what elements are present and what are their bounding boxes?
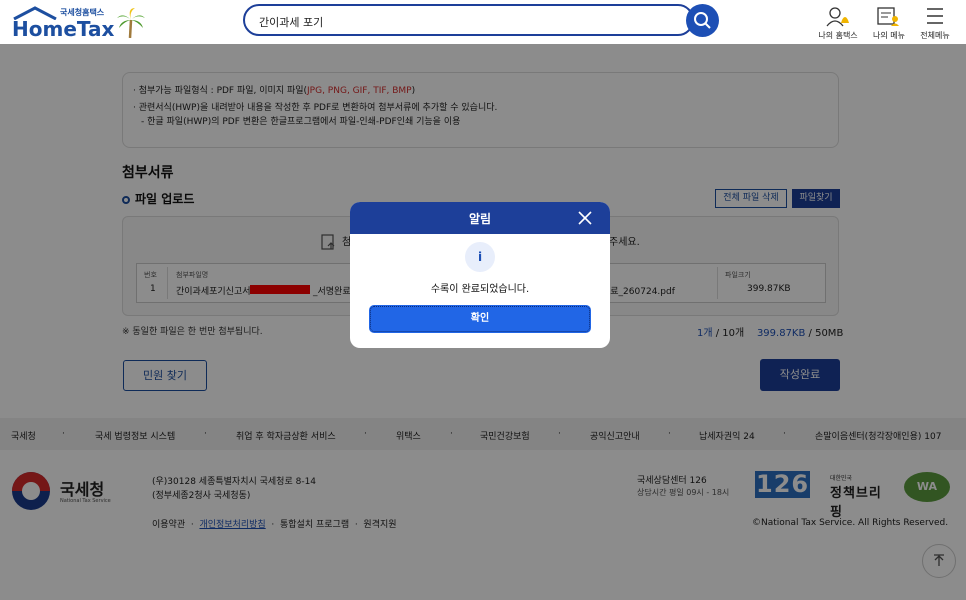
info-line-hwp: · 관련서식(HWP)을 내려받아 내용을 작성한 후 PDF로 변환하여 첨부… [133,103,498,113]
footer-link-nts[interactable]: 국세청 [11,429,36,442]
footer-separator: · [62,429,65,439]
footer-separator: · [364,429,367,439]
copyright: ©National Tax Service. All Rights Reserv… [752,518,949,528]
row-filesize: 399.87KB [747,284,791,294]
terms-link[interactable]: 이용약관 [152,520,185,530]
my-menu-label: 나의 메뉴 [873,31,905,40]
privacy-link[interactable]: 개인정보처리방침 [199,520,265,530]
footer-policy-links: 이용약관 · 개인정보처리방침 · 통합설치 프로그램 · 원격지원 [152,520,397,530]
address-line-1: (우)30128 세종특별자치시 국세청로 8-14 [152,477,317,487]
policy-briefing-banner[interactable]: 대한민국 정책브리핑 [830,473,890,520]
redaction-bar [250,285,310,294]
delete-all-files-button[interactable]: 전체 파일 삭제 [715,189,787,208]
user-bell-icon [826,7,849,27]
file-count: 1개 [697,328,713,339]
info-line-convert: - 한글 파일(HWP)의 PDF 변환은 한글프로그램에서 파일-인쇄-PDF… [141,117,461,127]
user-menu-icon [877,7,899,26]
info-line-formats: · 첨부가능 파일형식 : PDF 파일, 이미지 파일(JPG, PNG, G… [133,86,416,96]
file-upload-title: 파일 업로드 [122,190,194,207]
banner-126[interactable]: 126 [755,471,811,498]
attachments-section-title: 첨부서류 [122,165,174,181]
divider [717,267,718,299]
footer-link-rights[interactable]: 납세자권익 24 [699,429,755,442]
footer-separator: · [450,429,453,439]
nts-emblem-icon [12,472,50,510]
alert-dialog-title: 알림 [468,212,492,226]
info-icon: i [465,242,495,272]
footer-link-nhis[interactable]: 국민건강보험 [480,429,530,442]
footer-separator: · [783,429,786,439]
footer-separator: · [558,429,561,439]
search-bar[interactable]: 간이과세 포기 [243,4,694,36]
bullet-icon [122,195,130,204]
row-filename-mid: _서명완료_ [313,287,356,297]
row-no: 1 [150,284,156,294]
col-name-header: 첨부파일명 [176,271,209,279]
call-center: 국세상담센터 126 [637,476,707,486]
footer-separator: · [668,429,671,439]
header: 국세청홈택스 HomeTax 간이과세 포기 나의 홈택스 나의 메뉴 전체메뉴 [0,0,966,44]
call-center-hours: 상담시간 평일 09시 - 18시 [637,488,730,497]
nts-logo: 국세청 National Tax Service [12,472,122,512]
scroll-to-top-button[interactable] [922,544,956,578]
attachment-info-box: · 첨부가능 파일형식 : PDF 파일, 이미지 파일(JPG, PNG, G… [122,72,839,148]
file-count-max: / 10개 [712,328,745,339]
alert-message: 수록이 완료되었습니다. [430,284,530,295]
nts-name: 국세청 [60,480,105,499]
complete-button[interactable]: 작성완료 [760,359,840,391]
wa-certification-mark[interactable]: WA [904,472,950,502]
find-civil-button[interactable]: 민원 찾기 [123,360,207,391]
col-no-header: 번호 [144,271,157,279]
search-input[interactable]: 간이과세 포기 [259,14,323,30]
col-size-header: 파일크기 [725,271,751,279]
close-icon[interactable] [577,210,593,226]
file-size-total: 399.87KB [756,328,806,339]
nts-english-name: National Tax Service [60,498,111,504]
my-hometax-button[interactable]: 나의 홈택스 [813,4,863,40]
policy-briefing-main: 정책브리핑 [830,486,882,520]
confirm-button[interactable]: 확인 [370,306,590,332]
duplicate-note: ※ 동일한 파일은 한 번만 첨부됩니다. [122,327,263,337]
footer-links-bar: 국세청 · 국세 법령정보 시스템 · 취업 후 학자금상환 서비스 · 위택스… [0,418,966,450]
install-link[interactable]: 통합설치 프로그램 [280,520,349,530]
hamburger-icon [927,8,943,24]
arrow-up-icon [934,554,944,566]
palm-tree-icon [117,8,145,38]
file-size-max: / 50MB [805,328,844,339]
my-menu-button[interactable]: 나의 메뉴 [864,4,914,40]
footer-link-student-loan[interactable]: 취업 후 학자금상환 서비스 [236,429,336,442]
footer-link-whistleblow[interactable]: 공익신고안내 [590,429,640,442]
alert-dialog: 알림 i 수록이 완료되었습니다. 확인 [350,202,610,348]
all-menu-button[interactable]: 전체메뉴 [910,4,960,40]
address-line-2: (정부세종2청사 국세청동) [152,491,251,501]
my-hometax-label: 나의 홈택스 [818,31,858,40]
row-filename-start: 간이과세포기신고서 [176,287,251,297]
footer-link-relay[interactable]: 손말이음센터(청각장애인용) 107 [815,429,941,442]
remote-support-link[interactable]: 원격지원 [363,520,396,530]
footer-separator: · [204,429,207,439]
logo-title: HomeTax [12,17,115,41]
hometax-logo[interactable]: 국세청홈택스 HomeTax [12,6,147,41]
upload-hint-right: 주세요. [609,237,640,248]
policy-briefing-top: 대한민국 [830,475,853,482]
formats-highlight: JPG, PNG, GIF, TIF, BMP [307,86,412,96]
find-file-button[interactable]: 파일찾기 [792,189,840,208]
search-button[interactable] [686,4,719,37]
file-count-summary: 1개 / 10개 399.87KB / 50MB [697,324,843,339]
footer-link-wetax[interactable]: 위택스 [396,429,421,442]
page: 국세청홈택스 HomeTax 간이과세 포기 나의 홈택스 나의 메뉴 전체메뉴… [0,0,966,600]
search-icon [694,12,711,29]
row-filename-end: 완료_260724.pdf [602,287,675,297]
divider [167,267,168,299]
all-menu-label: 전체메뉴 [920,31,950,40]
alert-dialog-header: 알림 [350,202,610,234]
upload-file-icon [321,234,335,250]
footer-link-law[interactable]: 국세 법령정보 시스템 [95,429,175,442]
